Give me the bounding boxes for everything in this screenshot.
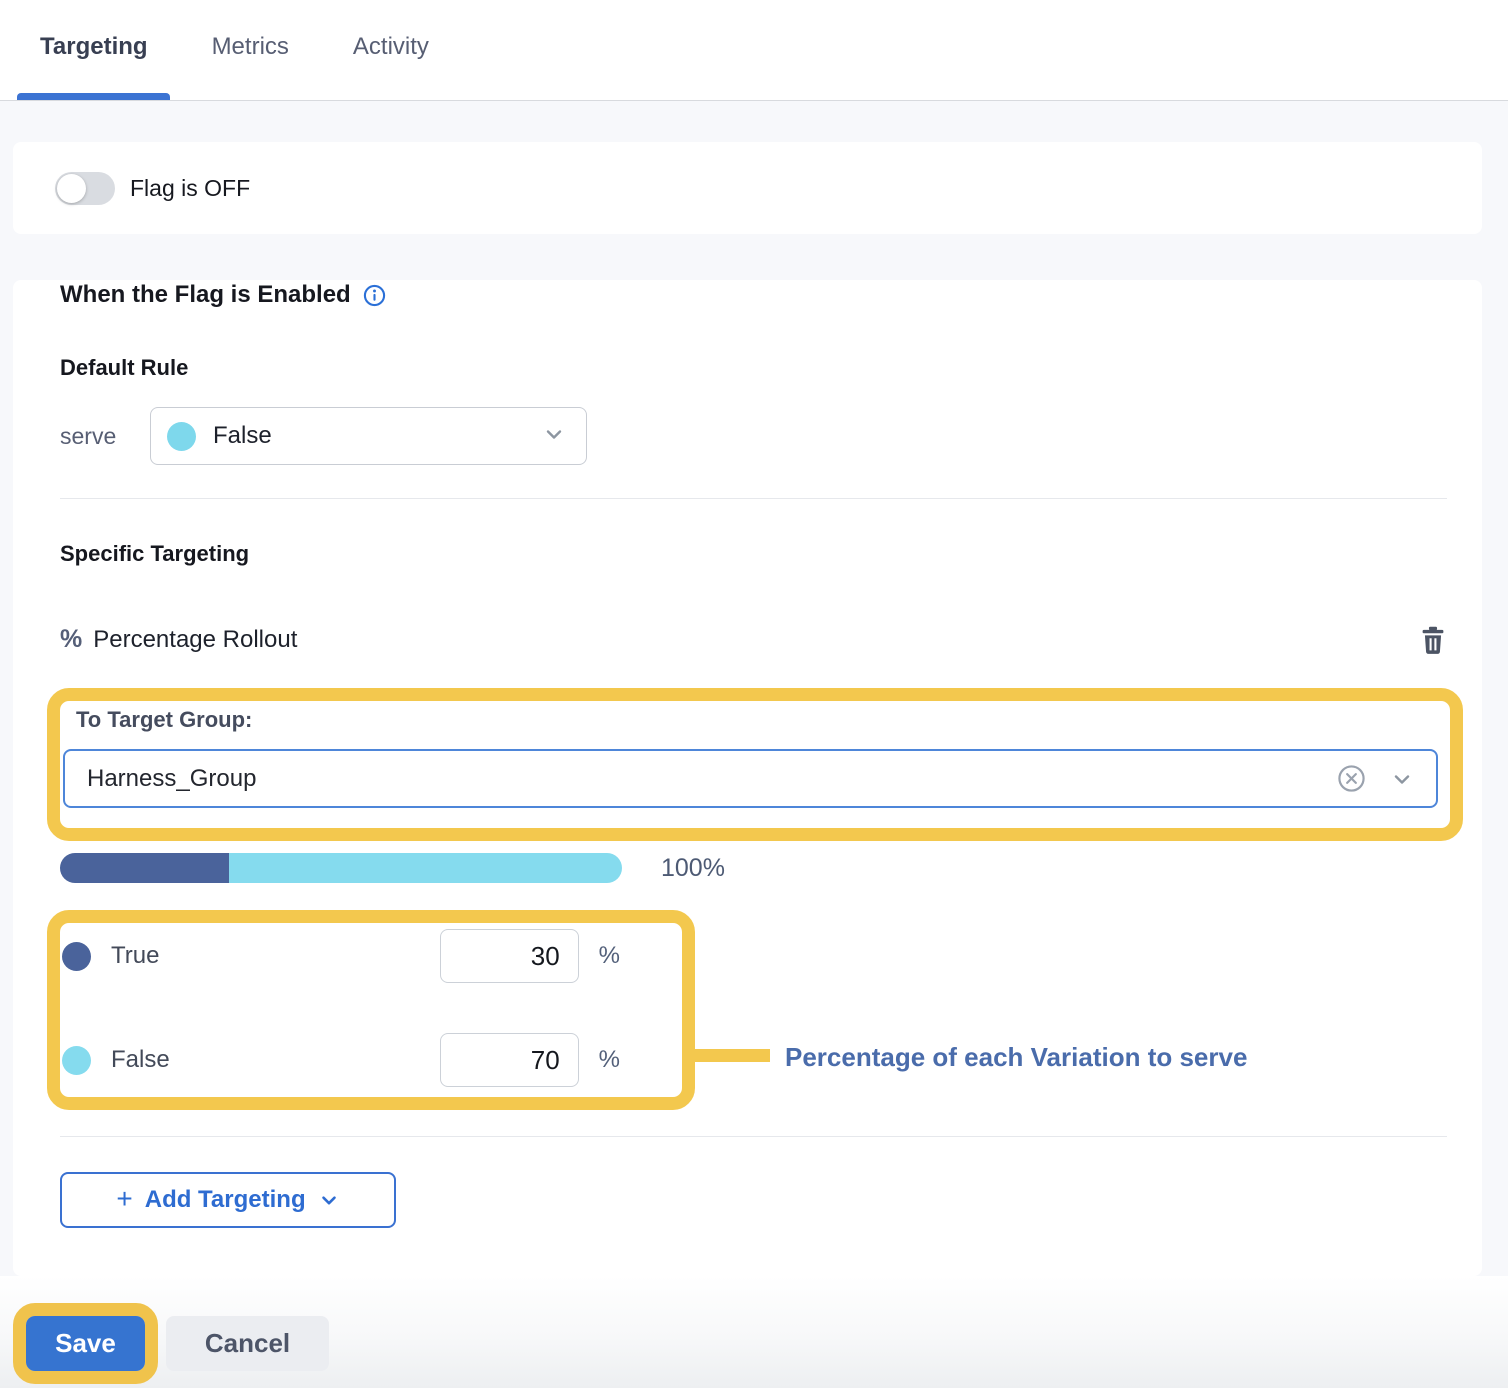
- annotation-connector: [695, 1049, 770, 1062]
- percent-icon: %: [60, 625, 82, 654]
- enabled-section-heading: When the Flag is Enabled: [60, 280, 1447, 310]
- default-rule-heading: Default Rule: [60, 355, 1447, 381]
- flag-state-label: Flag is OFF: [130, 175, 250, 202]
- variation-color-dot: [62, 1046, 91, 1075]
- variation-row-true: True %: [62, 929, 620, 983]
- tab-activity[interactable]: Activity: [353, 33, 429, 100]
- tab-label: Metrics: [212, 33, 289, 60]
- save-button[interactable]: Save: [26, 1316, 145, 1371]
- add-targeting-button[interactable]: + Add Targeting: [60, 1172, 396, 1228]
- tab-metrics[interactable]: Metrics: [212, 33, 289, 100]
- rollout-total: 100%: [661, 854, 725, 883]
- weight-input-false[interactable]: [440, 1033, 579, 1087]
- divider: [60, 498, 1447, 499]
- variation-color-dot: [62, 942, 91, 971]
- action-bar: Save Cancel: [0, 1276, 1508, 1388]
- toggle-knob: [57, 174, 86, 203]
- percent-sign: %: [599, 942, 620, 970]
- target-group-highlight: To Target Group: Harness_Group: [47, 688, 1463, 841]
- tab-targeting[interactable]: Targeting: [40, 33, 148, 100]
- info-icon[interactable]: [363, 284, 386, 307]
- save-button-highlight: Save: [13, 1303, 158, 1384]
- flag-toggle[interactable]: [55, 172, 115, 205]
- divider: [60, 1136, 1447, 1137]
- tab-bar: Targeting Metrics Activity: [0, 0, 1508, 101]
- clear-selection-icon[interactable]: [1337, 764, 1366, 793]
- annotation-text: Percentage of each Variation to serve: [785, 1042, 1247, 1073]
- cancel-button[interactable]: Cancel: [166, 1316, 329, 1371]
- trash-icon: [1419, 625, 1447, 655]
- target-group-select[interactable]: Harness_Group: [63, 749, 1438, 808]
- serve-label: serve: [60, 423, 150, 450]
- rollout-title: Percentage Rollout: [93, 626, 297, 654]
- variation-row-false: False %: [62, 1033, 620, 1087]
- rollout-distribution-bar: [60, 853, 622, 883]
- weight-input-true[interactable]: [440, 929, 579, 983]
- percentage-rollout-row: % Percentage Rollout: [60, 625, 1447, 654]
- tab-label: Targeting: [40, 33, 148, 60]
- tab-label: Activity: [353, 33, 429, 60]
- plus-icon: +: [116, 1183, 132, 1215]
- target-group-label: To Target Group:: [76, 707, 1438, 733]
- variation-name: False: [111, 1046, 440, 1074]
- targeting-rules-card: When the Flag is Enabled Default Rule se…: [13, 280, 1482, 1276]
- flag-state-card: Flag is OFF: [13, 142, 1482, 234]
- variation-color-dot: [167, 422, 196, 451]
- bar-segment-false: [229, 853, 622, 883]
- active-tab-underline: [17, 93, 170, 100]
- section-title: When the Flag is Enabled: [60, 281, 351, 309]
- chevron-down-icon: [542, 422, 566, 451]
- percent-sign: %: [599, 1046, 620, 1074]
- variation-weights-highlight: True % False %: [47, 910, 695, 1110]
- selected-variation: False: [213, 422, 542, 450]
- chevron-down-icon[interactable]: [1390, 767, 1414, 791]
- rollout-distribution-row: 100%: [60, 853, 1447, 883]
- chevron-down-icon: [318, 1189, 340, 1211]
- add-targeting-label: Add Targeting: [145, 1186, 306, 1214]
- bar-segment-true: [60, 853, 229, 883]
- specific-targeting-heading: Specific Targeting: [60, 541, 1447, 567]
- feature-flag-targeting-page: Targeting Metrics Activity Flag is OFF W…: [0, 0, 1508, 1388]
- main-content: Flag is OFF When the Flag is Enabled Def…: [0, 101, 1508, 1276]
- target-group-value: Harness_Group: [87, 765, 1337, 793]
- default-rule-row: serve False: [60, 407, 1447, 465]
- delete-rollout-button[interactable]: [1419, 625, 1447, 655]
- default-variation-select[interactable]: False: [150, 407, 587, 465]
- variation-name: True: [111, 942, 440, 970]
